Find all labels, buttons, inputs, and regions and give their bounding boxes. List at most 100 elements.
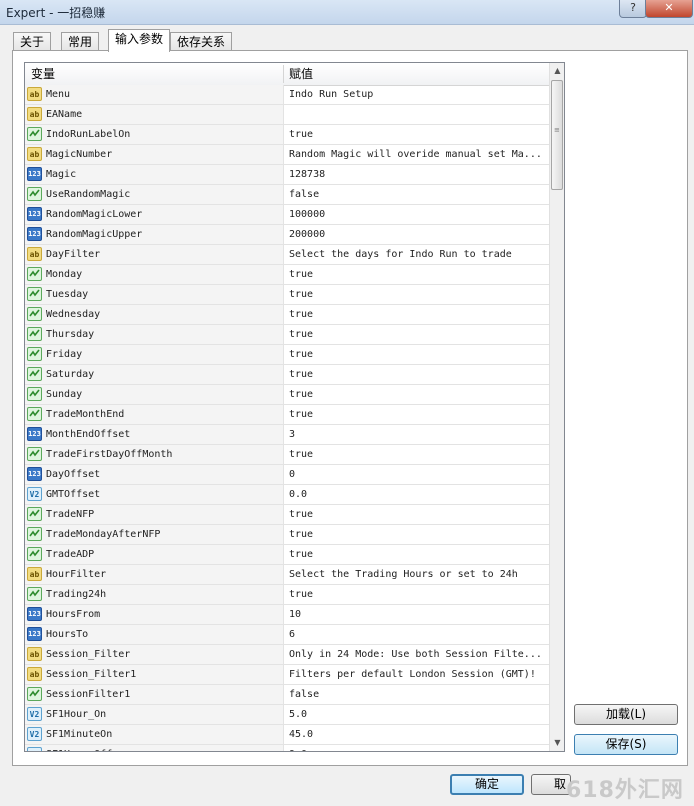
parameter-value-cell[interactable]: true	[289, 345, 545, 364]
parameter-value-cell[interactable]: true	[289, 405, 545, 424]
parameter-name-cell[interactable]: TradeNFP	[25, 505, 284, 524]
table-row[interactable]: ab DayFilter Select the days for Indo Run …	[25, 245, 549, 265]
parameter-value-cell[interactable]: 128738	[289, 165, 545, 184]
tab-inputs[interactable]: 输入参数	[108, 29, 171, 52]
parameter-name-cell[interactable]: Sunday	[25, 385, 284, 404]
parameter-name-cell[interactable]: SessionFilter1	[25, 685, 284, 704]
parameter-name-cell[interactable]: 123 RandomMagicUpper	[25, 225, 284, 244]
parameter-value-cell[interactable]: Filters per default London Session (GMT)…	[289, 665, 545, 684]
parameter-value-cell[interactable]: true	[289, 505, 545, 524]
parameter-value-cell[interactable]: true	[289, 125, 545, 144]
parameter-value-cell[interactable]: true	[289, 525, 545, 544]
column-divider[interactable]	[283, 65, 284, 83]
column-header-variable[interactable]: 变量	[31, 63, 55, 85]
parameter-value-cell[interactable]: true	[289, 545, 545, 564]
column-header-value[interactable]: 赋值	[289, 63, 313, 85]
parameter-name-cell[interactable]: Trading24h	[25, 585, 284, 604]
table-row[interactable]: UseRandomMagic false	[25, 185, 549, 205]
table-row[interactable]: TradeADP true	[25, 545, 549, 565]
parameter-name-cell[interactable]: Saturday	[25, 365, 284, 384]
parameter-value-cell[interactable]: true	[289, 265, 545, 284]
table-row[interactable]: TradeFirstDayOffMonth true	[25, 445, 549, 465]
parameter-name-cell[interactable]: 123 Magic	[25, 165, 284, 184]
parameter-name-cell[interactable]: ab DayFilter	[25, 245, 284, 264]
close-button[interactable]: ✕	[645, 0, 693, 18]
table-row[interactable]: Friday true	[25, 345, 549, 365]
parameter-name-cell[interactable]: ab Session_Filter	[25, 645, 284, 664]
vertical-scrollbar[interactable]: ▲ ≡ ▼	[549, 63, 564, 751]
parameter-value-cell[interactable]: true	[289, 305, 545, 324]
table-row[interactable]: Wednesday true	[25, 305, 549, 325]
tab-about[interactable]: 关于	[13, 32, 52, 51]
parameter-name-cell[interactable]: 123 HoursFrom	[25, 605, 284, 624]
table-row[interactable]: Thursday true	[25, 325, 549, 345]
parameter-name-cell[interactable]: ab Session_Filter1	[25, 665, 284, 684]
table-row[interactable]: ab HourFilter Select the Trading Hours or …	[25, 565, 549, 585]
parameter-value-cell[interactable]: 3	[289, 425, 545, 444]
parameter-name-cell[interactable]: V2 GMTOffset	[25, 485, 284, 504]
parameter-value-cell[interactable]: Random Magic will overide manual set Ma.…	[289, 145, 545, 164]
parameter-value-cell[interactable]: 100000	[289, 205, 545, 224]
table-row[interactable]: 123 HoursFrom 10	[25, 605, 549, 625]
table-row[interactable]: 123 DayOffset 0	[25, 465, 549, 485]
cancel-button[interactable]: 取	[531, 774, 571, 795]
table-row[interactable]: V2 GMTOffset 0.0	[25, 485, 549, 505]
parameter-name-cell[interactable]: V2 SF1Hour_Off	[25, 745, 284, 751]
ok-button[interactable]: 确定	[450, 774, 524, 795]
table-row[interactable]: ab Menu Indo Run Setup	[25, 85, 549, 105]
parameter-value-cell[interactable]: false	[289, 185, 545, 204]
tab-common[interactable]: 常用	[61, 32, 100, 51]
table-row[interactable]: ab MagicNumber Random Magic will overide m…	[25, 145, 549, 165]
parameter-value-cell[interactable]: Select the Trading Hours or set to 24h	[289, 565, 545, 584]
parameter-value-cell[interactable]: 5.0	[289, 705, 545, 724]
table-row[interactable]: 123 RandomMagicLower 100000	[25, 205, 549, 225]
table-row[interactable]: Tuesday true	[25, 285, 549, 305]
parameter-name-cell[interactable]: TradeMonthEnd	[25, 405, 284, 424]
table-row[interactable]: Monday true	[25, 265, 549, 285]
parameter-name-cell[interactable]: V2 SF1MinuteOn	[25, 725, 284, 744]
parameter-value-cell[interactable]: true	[289, 385, 545, 404]
table-row[interactable]: 123 MonthEndOffset 3	[25, 425, 549, 445]
parameter-value-cell[interactable]	[289, 105, 545, 124]
parameter-value-cell[interactable]: Indo Run Setup	[289, 85, 545, 104]
parameter-value-cell[interactable]: 200000	[289, 225, 545, 244]
parameter-value-cell[interactable]: 0	[289, 465, 545, 484]
parameter-name-cell[interactable]: Monday	[25, 265, 284, 284]
parameter-name-cell[interactable]: 123 DayOffset	[25, 465, 284, 484]
parameter-value-cell[interactable]: true	[289, 325, 545, 344]
parameter-name-cell[interactable]: ab MagicNumber	[25, 145, 284, 164]
parameter-name-cell[interactable]: TradeADP	[25, 545, 284, 564]
parameter-name-cell[interactable]: TradeMondayAfterNFP	[25, 525, 284, 544]
parameter-value-cell[interactable]: 6	[289, 625, 545, 644]
parameter-value-cell[interactable]: 9.0	[289, 745, 545, 751]
table-row[interactable]: V2 SF1Hour_Off 9.0	[25, 745, 549, 751]
scroll-up-arrow-icon[interactable]: ▲	[550, 63, 564, 79]
table-row[interactable]: IndoRunLabelOn true	[25, 125, 549, 145]
table-row[interactable]: ab Session_Filter Only in 24 Mode: Use bot…	[25, 645, 549, 665]
table-row[interactable]: SessionFilter1 false	[25, 685, 549, 705]
table-row[interactable]: 123 Magic 128738	[25, 165, 549, 185]
parameter-value-cell[interactable]: true	[289, 445, 545, 464]
scroll-down-arrow-icon[interactable]: ▼	[550, 735, 564, 751]
parameter-value-cell[interactable]: Select the days for Indo Run to trade	[289, 245, 545, 264]
table-row[interactable]: 123 HoursTo 6	[25, 625, 549, 645]
parameter-name-cell[interactable]: ab HourFilter	[25, 565, 284, 584]
table-row[interactable]: V2 SF1Hour_On 5.0	[25, 705, 549, 725]
parameter-value-cell[interactable]: true	[289, 365, 545, 384]
parameter-name-cell[interactable]: Thursday	[25, 325, 284, 344]
table-row[interactable]: ab EAName	[25, 105, 549, 125]
parameter-name-cell[interactable]: IndoRunLabelOn	[25, 125, 284, 144]
parameter-name-cell[interactable]: 123 HoursTo	[25, 625, 284, 644]
table-row[interactable]: TradeMondayAfterNFP true	[25, 525, 549, 545]
table-row[interactable]: Trading24h true	[25, 585, 549, 605]
parameter-value-cell[interactable]: true	[289, 285, 545, 304]
parameter-name-cell[interactable]: Friday	[25, 345, 284, 364]
parameter-name-cell[interactable]: ab EAName	[25, 105, 284, 124]
parameter-value-cell[interactable]: true	[289, 585, 545, 604]
parameter-value-cell[interactable]: 45.0	[289, 725, 545, 744]
parameter-value-cell[interactable]: Only in 24 Mode: Use both Session Filte.…	[289, 645, 545, 664]
parameter-name-cell[interactable]: Tuesday	[25, 285, 284, 304]
parameter-value-cell[interactable]: 10	[289, 605, 545, 624]
load-button[interactable]: 加载(L)	[574, 704, 678, 725]
help-button[interactable]: ?	[619, 0, 647, 18]
